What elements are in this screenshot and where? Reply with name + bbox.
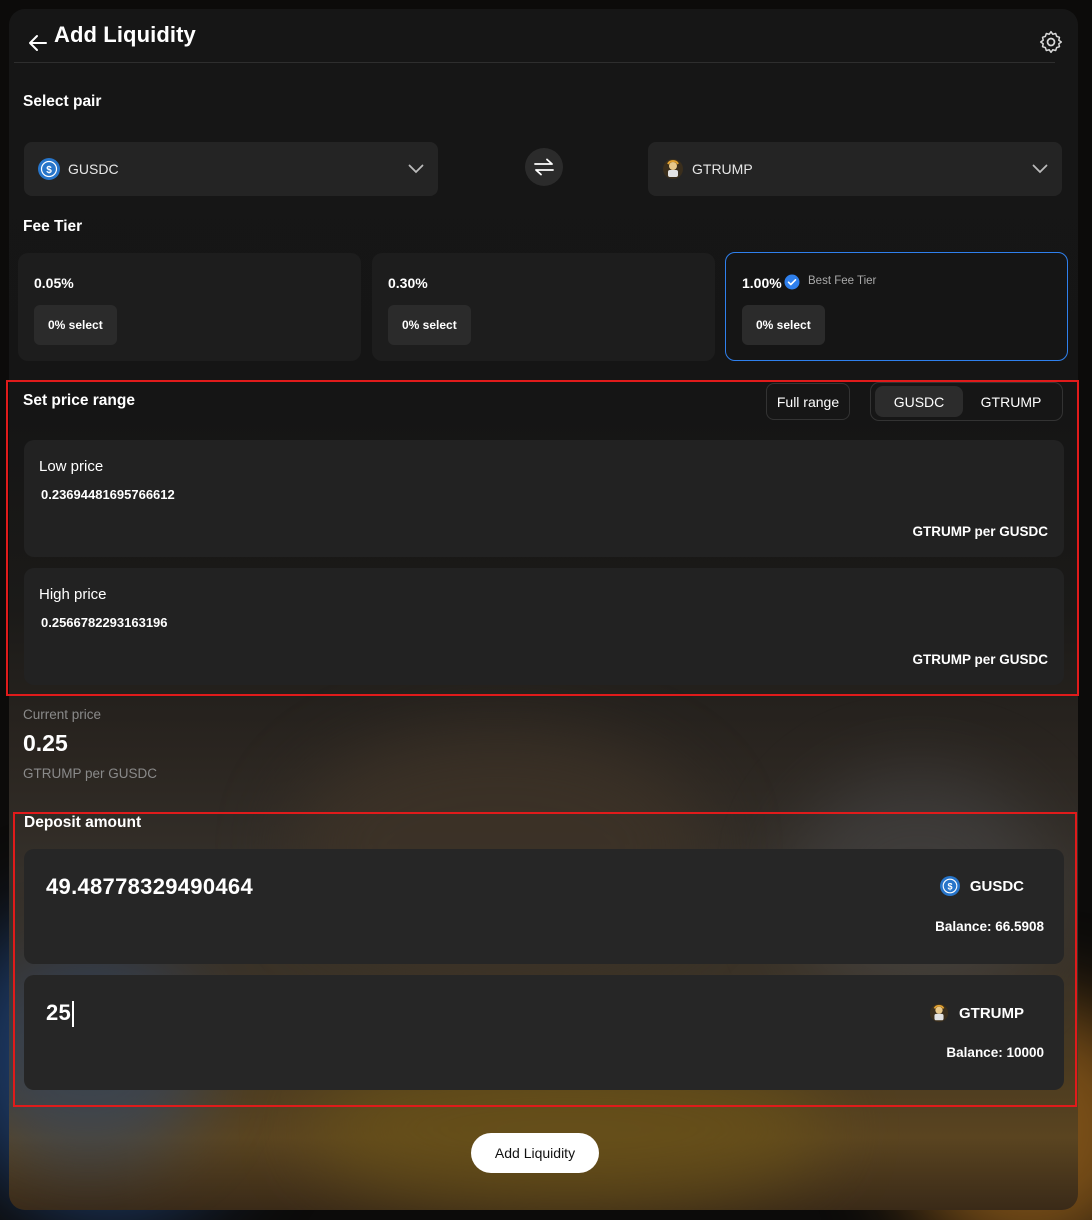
high-price-label: High price — [39, 586, 107, 603]
chevron-down-icon — [1032, 164, 1048, 174]
deposit-token-b-balance: Balance: 10000 — [946, 1045, 1044, 1060]
fee-tier-option-030[interactable]: 0.30% 0% select — [372, 253, 715, 361]
fee-tier-percent: 1.00% — [742, 275, 782, 291]
current-price-value: 0.25 — [23, 730, 68, 756]
fee-tier-percent: 0.30% — [388, 275, 428, 291]
add-liquidity-button[interactable]: Add Liquidity — [471, 1133, 599, 1173]
deposit-token-a-symbol: GUSDC — [969, 877, 1024, 895]
deposit-token-b-amount: 25 — [46, 1000, 72, 1025]
full-range-button[interactable]: Full range — [766, 383, 850, 420]
price-unit-toggle: GUSDC GTRUMP — [870, 382, 1063, 421]
gear-icon — [1039, 30, 1063, 54]
fee-tier-option-100[interactable]: 1.00% Best Fee Tier 0% select — [725, 252, 1068, 361]
low-price-unit: GTRUMP per GUSDC — [912, 524, 1048, 539]
deposit-token-b-tag: GTRUMP — [929, 1003, 1024, 1023]
svg-text:$: $ — [46, 165, 52, 176]
current-price-label: Current price — [23, 707, 102, 722]
page-title: Add Liquidity — [54, 22, 196, 47]
token-b-select[interactable]: GTRUMP — [648, 142, 1062, 196]
svg-text:$: $ — [947, 882, 952, 892]
settings-button[interactable] — [1038, 29, 1066, 57]
usdc-coin-icon: $ — [38, 158, 60, 180]
best-fee-tier-badge: Best Fee Tier — [808, 275, 877, 287]
token-b-symbol: GTRUMP — [692, 161, 753, 177]
low-price-input[interactable]: 0.23694481695766612 — [41, 487, 175, 502]
token-a-select[interactable]: $ GUSDC — [24, 142, 438, 196]
fee-tier-select-button[interactable]: 0% select — [742, 305, 825, 345]
low-price-box: Low price 0.23694481695766612 GTRUMP per… — [24, 440, 1064, 557]
deposit-token-a-tag: $ GUSDC — [939, 876, 1024, 896]
deposit-amount-label: Deposit amount — [24, 814, 142, 831]
swap-pair-button[interactable] — [525, 148, 563, 186]
deposit-token-a-input[interactable]: 49.48778329490464 — [46, 874, 253, 900]
select-pair-label: Select pair — [23, 93, 102, 110]
chevron-down-icon — [408, 164, 424, 174]
fee-tier-percent: 0.05% — [34, 275, 74, 291]
deposit-token-a-balance: Balance: 66.5908 — [935, 919, 1044, 934]
low-price-label: Low price — [39, 458, 104, 475]
text-caret — [72, 1001, 74, 1028]
fee-tier-label: Fee Tier — [23, 218, 83, 235]
fee-tier-select-button[interactable]: 0% select — [34, 305, 117, 345]
fee-tier-select-button[interactable]: 0% select — [388, 305, 471, 345]
set-price-range-label: Set price range — [23, 392, 135, 409]
trump-token-icon — [662, 158, 684, 180]
arrow-left-icon — [29, 35, 47, 51]
trump-token-icon — [929, 1003, 949, 1023]
high-price-unit: GTRUMP per GUSDC — [912, 652, 1048, 667]
usdc-coin-icon: $ — [939, 876, 960, 896]
toggle-gtrump[interactable]: GTRUMP — [967, 386, 1055, 417]
deposit-token-a-box: 49.48778329490464 $ GUSDC Balance: 66.59… — [24, 849, 1064, 964]
deposit-token-b-symbol: GTRUMP — [959, 1004, 1024, 1022]
token-a-symbol: GUSDC — [68, 161, 119, 177]
back-button[interactable] — [27, 32, 51, 54]
deposit-token-b-input[interactable]: 25 — [46, 1000, 74, 1028]
deposit-token-b-box: 25 GTRUMP Balance: 10000 — [24, 975, 1064, 1090]
toggle-gusdc[interactable]: GUSDC — [875, 386, 963, 417]
header-divider — [14, 62, 1055, 63]
high-price-box: High price 0.2566782293163196 GTRUMP per… — [24, 568, 1064, 685]
verified-check-icon — [784, 274, 800, 290]
fee-tier-option-005[interactable]: 0.05% 0% select — [18, 253, 361, 361]
high-price-input[interactable]: 0.2566782293163196 — [41, 615, 168, 630]
swap-arrows-icon — [534, 158, 554, 176]
current-price-unit: GTRUMP per GUSDC — [23, 766, 158, 781]
